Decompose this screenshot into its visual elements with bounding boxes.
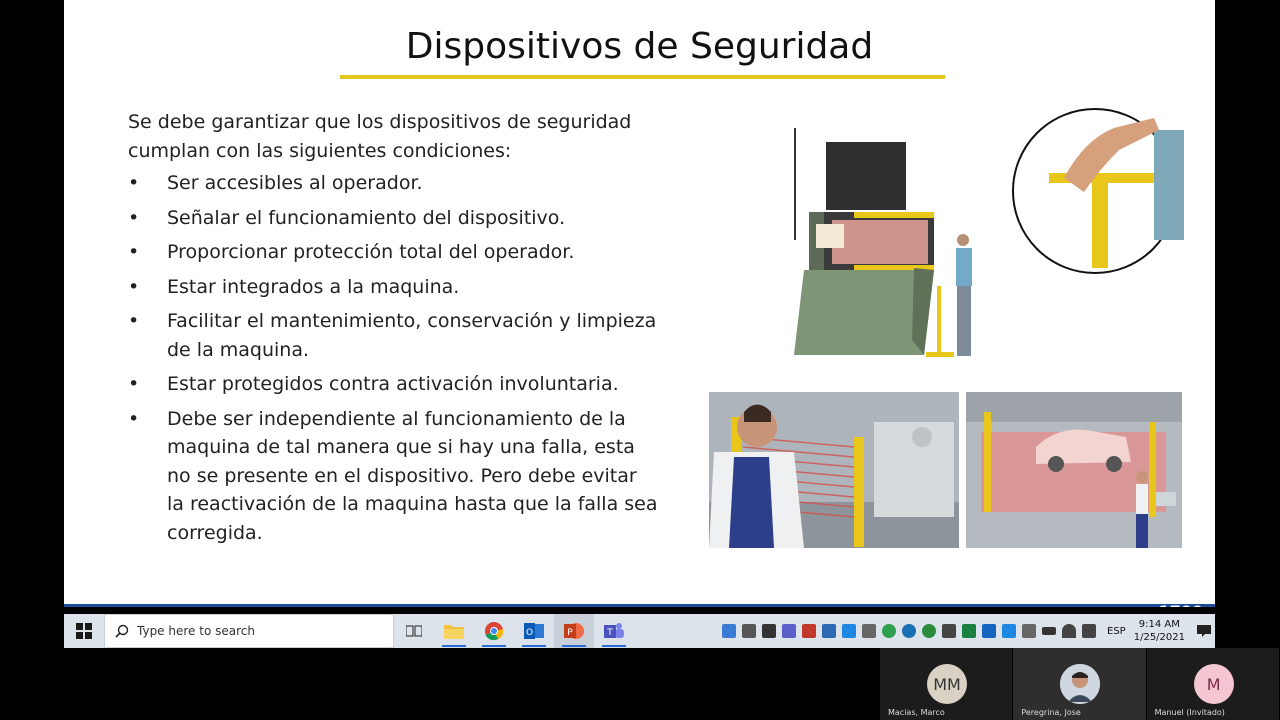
search-icon [115, 624, 129, 638]
title-underline [340, 75, 945, 79]
avatar-initials: MM [933, 674, 961, 694]
volume-icon[interactable] [1082, 624, 1097, 638]
slide-footer-logo-text: 1700 [1158, 602, 1203, 607]
system-tray: ESP 9:14 AM 1/25/2021 [719, 614, 1215, 648]
system-clock[interactable]: 9:14 AM 1/25/2021 [1134, 618, 1185, 644]
meet-icon[interactable] [962, 624, 977, 638]
participant-name: Manuel (Invitado) [1154, 708, 1225, 717]
globe-icon[interactable] [922, 624, 937, 638]
bullet-item: Estar integrados a la maquina. [128, 273, 658, 302]
chrome-icon[interactable] [474, 614, 514, 648]
bullet-item: Estar protegidos contra activación invol… [128, 370, 658, 399]
shield-icon[interactable] [762, 624, 777, 638]
display-icon[interactable] [862, 624, 877, 638]
task-view-icon[interactable] [394, 614, 434, 648]
cloud-icon[interactable] [842, 624, 857, 638]
avatar: M [1193, 664, 1234, 704]
svg-text:P: P [567, 628, 573, 638]
participant-name: Peregrina, Jose [1021, 708, 1081, 717]
bullet-item: Proporcionar protección total del operad… [128, 238, 658, 267]
slide-footer-bar [64, 604, 1215, 607]
slide-body: Se debe garantizar que los dispositivos … [128, 108, 658, 553]
light-curtain-photo-2 [966, 392, 1182, 548]
clock-time: 9:14 AM [1138, 619, 1180, 630]
light-curtain-photo-1 [709, 392, 959, 548]
avatar [1060, 664, 1101, 704]
avatar-initials: M [1206, 674, 1221, 694]
meeting-participants: MM Macias, Marco Peregrina, Jose M Manue… [880, 648, 1280, 720]
press-machine-illustration [764, 100, 1184, 370]
outlook-icon[interactable]: O [514, 614, 554, 648]
bullet-list: Ser accesibles al operador. Señalar el f… [128, 169, 658, 547]
battery-icon[interactable] [1042, 627, 1057, 635]
search-placeholder: Type here to search [137, 624, 255, 638]
intro-text: Se debe garantizar que los dispositivos … [128, 111, 632, 162]
settings-icon[interactable] [1002, 624, 1017, 638]
pen-icon[interactable] [942, 624, 957, 638]
microphone-icon[interactable] [742, 624, 757, 638]
presentation-slide: Dispositivos de Seguridad Se debe garant… [64, 0, 1215, 607]
sync-icon[interactable] [802, 624, 817, 638]
participant-name: Macias, Marco [888, 708, 945, 717]
wifi-icon[interactable] [1062, 624, 1077, 638]
user-photo-icon [1060, 664, 1101, 704]
start-button[interactable] [64, 614, 104, 648]
bullet-item: Debe ser independiente al funcionamiento… [128, 405, 658, 548]
network-drive-icon[interactable] [822, 624, 837, 638]
svg-text:T: T [606, 628, 613, 638]
windows-taskbar: Type here to search O P T ESP 9:14 AM 1/… [64, 614, 1215, 648]
bullet-item: Señalar el funcionamiento del dispositiv… [128, 204, 658, 233]
avatar: MM [927, 664, 967, 704]
bullet-item: Facilitar el mantenimiento, conservación… [128, 307, 658, 364]
chat-icon[interactable] [1022, 624, 1037, 638]
bullet-item: Ser accesibles al operador. [128, 169, 658, 198]
svg-text:O: O [526, 628, 533, 638]
notification-icon[interactable] [1193, 614, 1215, 648]
clock-date: 1/25/2021 [1133, 632, 1185, 643]
bluetooth-icon[interactable] [982, 624, 997, 638]
taskbar-search-box[interactable]: Type here to search [104, 614, 394, 648]
participant-tile[interactable]: MM Macias, Marco [880, 648, 1014, 720]
file-explorer-icon[interactable] [434, 614, 474, 648]
update-icon[interactable] [902, 624, 917, 638]
green-status-icon[interactable] [882, 624, 897, 638]
participant-tile[interactable]: Peregrina, Jose [1013, 648, 1147, 720]
language-indicator[interactable]: ESP [1107, 626, 1126, 637]
windows-logo-icon [76, 623, 92, 639]
participant-tile[interactable]: M Manuel (Invitado) [1146, 648, 1280, 720]
slide-title: Dispositivos de Seguridad [405, 26, 874, 67]
powerpoint-icon[interactable]: P [554, 614, 594, 648]
teams-icon[interactable]: T [594, 614, 634, 648]
teams-tray-icon[interactable] [782, 624, 797, 638]
onedrive-icon[interactable] [722, 624, 737, 638]
